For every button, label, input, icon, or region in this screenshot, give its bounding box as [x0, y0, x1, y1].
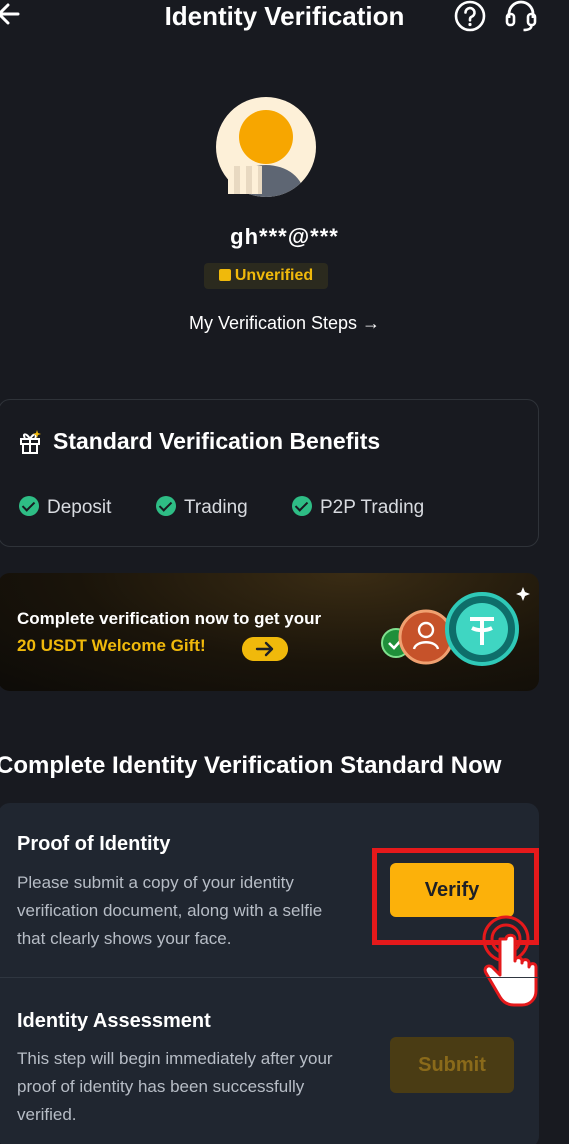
- benefit-deposit: Deposit: [19, 496, 111, 519]
- headset-icon[interactable]: [503, 0, 539, 32]
- promo-text: Complete verification now to get your: [17, 609, 322, 628]
- step-description-identity-assessment: This step will begin immediately after y…: [17, 1049, 333, 1124]
- benefits-card: Standard Verification Benefits Deposit T…: [0, 399, 539, 547]
- promo-gift-text: 20 USDT Welcome Gift!: [17, 636, 206, 655]
- status-badge-label: Unverified: [234, 267, 314, 284]
- step-description-proof-of-identity: Please submit a copy of your identity ve…: [17, 873, 323, 948]
- benefit-label: P2P Trading: [320, 497, 425, 518]
- username: gh***@***: [230, 224, 339, 249]
- benefit-trading: Trading: [156, 496, 248, 519]
- benefits-title: Standard Verification Benefits: [53, 428, 381, 454]
- benefit-label: Trading: [184, 497, 248, 518]
- step-title-identity-assessment: Identity Assessment: [17, 1010, 211, 1032]
- divider: [0, 977, 539, 978]
- question-circle-icon[interactable]: [453, 0, 487, 34]
- status-badge: Unverified: [204, 263, 328, 289]
- verification-steps-card: Proof of Identity Please submit a copy o…: [0, 803, 539, 1144]
- avatar-blur: [228, 166, 262, 194]
- pointer-hand-icon: [482, 915, 538, 1007]
- check-circle-icon: [19, 496, 39, 516]
- avatar-head: [239, 110, 293, 164]
- benefit-p2p-trading: P2P Trading: [292, 496, 424, 519]
- benefit-label: Deposit: [47, 497, 112, 518]
- gift-icon: [20, 430, 41, 454]
- submit-button[interactable]: Submit: [390, 1037, 514, 1093]
- section-title: Complete Identity Verification Standard …: [0, 752, 502, 779]
- step-title-proof-of-identity: Proof of Identity: [17, 833, 171, 855]
- my-verification-steps-link[interactable]: My Verification Steps →: [0, 313, 569, 334]
- check-circle-icon: [156, 496, 176, 516]
- arrow-right-icon[interactable]: [242, 637, 288, 661]
- badge-dot: [218, 269, 231, 281]
- header: Identity Verification: [0, 0, 569, 36]
- welcome-gift-banner[interactable]: Complete verification now to get your 20…: [0, 573, 539, 691]
- usdt-coins-icon: [381, 587, 530, 666]
- check-circle-icon: [292, 496, 312, 516]
